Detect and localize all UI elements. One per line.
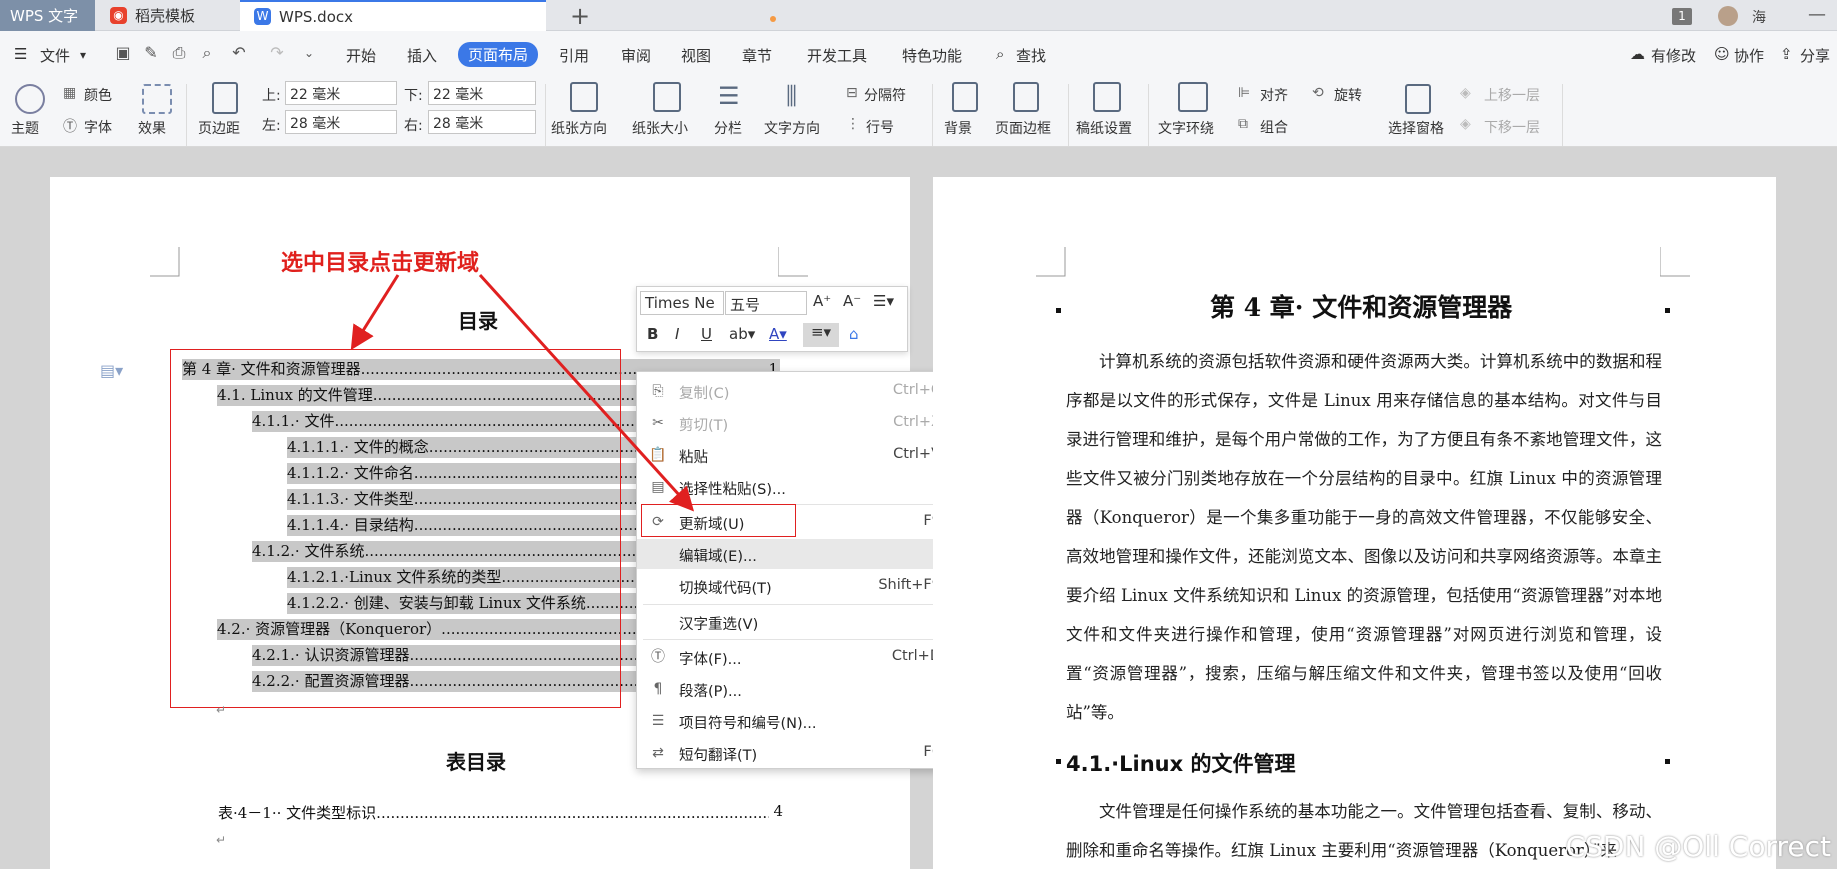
arrow-to-update-field — [478, 273, 695, 512]
body-paragraph: 计算机系统的资源包括软件资源和硬件资源两大类。计算机系统中的数据和程序都是以文件… — [1066, 352, 1662, 722]
format-mark — [1665, 308, 1670, 313]
format-mark — [1056, 759, 1061, 764]
section-heading: 4.1.·Linux 的文件管理 — [1066, 752, 1296, 776]
format-mark — [1665, 759, 1670, 764]
arrow-to-toc — [350, 274, 400, 351]
margin-corner-mark — [1036, 247, 1066, 277]
margin-corner-mark — [1660, 247, 1690, 277]
watermark: CSDN @Oll Correct — [1565, 830, 1831, 863]
chapter-heading: 第 4 章· 文件和资源管理器 — [1210, 293, 1513, 322]
format-mark — [1056, 308, 1061, 313]
